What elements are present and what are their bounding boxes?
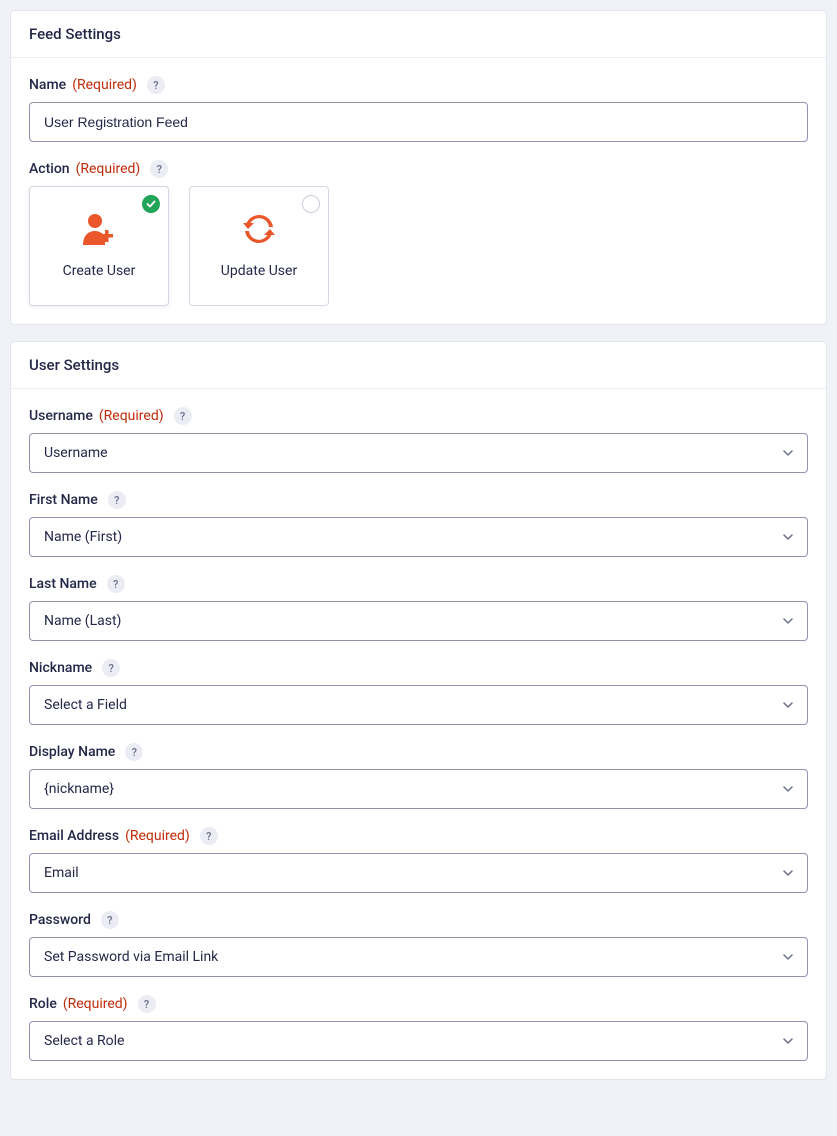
- role-label: Role: [29, 996, 57, 1012]
- action-create-user[interactable]: Create User: [29, 186, 169, 306]
- user-settings-title: User Settings: [11, 342, 826, 389]
- action-update-user[interactable]: Update User: [189, 186, 329, 306]
- role-select[interactable]: Select a Role: [29, 1021, 808, 1061]
- username-row: Username (Required) ? Username: [29, 407, 808, 473]
- help-icon[interactable]: ?: [108, 491, 126, 509]
- email-label: Email Address: [29, 828, 119, 844]
- role-value: Select a Role: [29, 1021, 808, 1061]
- sync-icon: [243, 213, 275, 249]
- feed-settings-title: Feed Settings: [11, 11, 826, 58]
- display-name-select[interactable]: {nickname}: [29, 769, 808, 809]
- password-select[interactable]: Set Password via Email Link: [29, 937, 808, 977]
- nickname-label: Nickname: [29, 660, 92, 676]
- help-icon[interactable]: ?: [200, 827, 218, 845]
- user-settings-panel: User Settings Username (Required) ? User…: [10, 341, 827, 1080]
- last-name-row: Last Name ? Name (Last): [29, 575, 808, 641]
- first-name-row: First Name ? Name (First): [29, 491, 808, 557]
- email-row: Email Address (Required) ? Email: [29, 827, 808, 893]
- action-update-label: Update User: [221, 263, 297, 279]
- help-icon[interactable]: ?: [101, 911, 119, 929]
- feed-name-input[interactable]: [29, 102, 808, 142]
- required-indicator: (Required): [99, 408, 164, 424]
- nickname-value: Select a Field: [29, 685, 808, 725]
- help-icon[interactable]: ?: [174, 407, 192, 425]
- feed-action-label: Action: [29, 161, 70, 177]
- required-indicator: (Required): [76, 161, 141, 177]
- feed-action-row: Action (Required) ?: [29, 160, 808, 306]
- action-create-label: Create User: [63, 263, 136, 279]
- help-icon[interactable]: ?: [150, 160, 168, 178]
- radio-icon: [302, 195, 320, 213]
- first-name-value: Name (First): [29, 517, 808, 557]
- last-name-value: Name (Last): [29, 601, 808, 641]
- check-icon: [142, 195, 160, 213]
- nickname-select[interactable]: Select a Field: [29, 685, 808, 725]
- email-value: Email: [29, 853, 808, 893]
- help-icon[interactable]: ?: [107, 575, 125, 593]
- display-name-value: {nickname}: [29, 769, 808, 809]
- last-name-select[interactable]: Name (Last): [29, 601, 808, 641]
- display-name-label: Display Name: [29, 744, 115, 760]
- last-name-label: Last Name: [29, 576, 97, 592]
- required-indicator: (Required): [72, 77, 137, 93]
- help-icon[interactable]: ?: [125, 743, 143, 761]
- display-name-row: Display Name ? {nickname}: [29, 743, 808, 809]
- feed-settings-panel: Feed Settings Name (Required) ? Action (…: [10, 10, 827, 325]
- nickname-row: Nickname ? Select a Field: [29, 659, 808, 725]
- email-select[interactable]: Email: [29, 853, 808, 893]
- required-indicator: (Required): [63, 996, 128, 1012]
- feed-name-label: Name: [29, 77, 66, 93]
- first-name-label: First Name: [29, 492, 98, 508]
- help-icon[interactable]: ?: [147, 76, 165, 94]
- password-label: Password: [29, 912, 91, 928]
- username-select[interactable]: Username: [29, 433, 808, 473]
- password-row: Password ? Set Password via Email Link: [29, 911, 808, 977]
- required-indicator: (Required): [125, 828, 190, 844]
- first-name-select[interactable]: Name (First): [29, 517, 808, 557]
- username-label: Username: [29, 408, 93, 424]
- feed-name-row: Name (Required) ?: [29, 76, 808, 142]
- role-row: Role (Required) ? Select a Role: [29, 995, 808, 1061]
- help-icon[interactable]: ?: [102, 659, 120, 677]
- password-value: Set Password via Email Link: [29, 937, 808, 977]
- username-value: Username: [29, 433, 808, 473]
- help-icon[interactable]: ?: [138, 995, 156, 1013]
- user-plus-icon: [80, 213, 118, 249]
